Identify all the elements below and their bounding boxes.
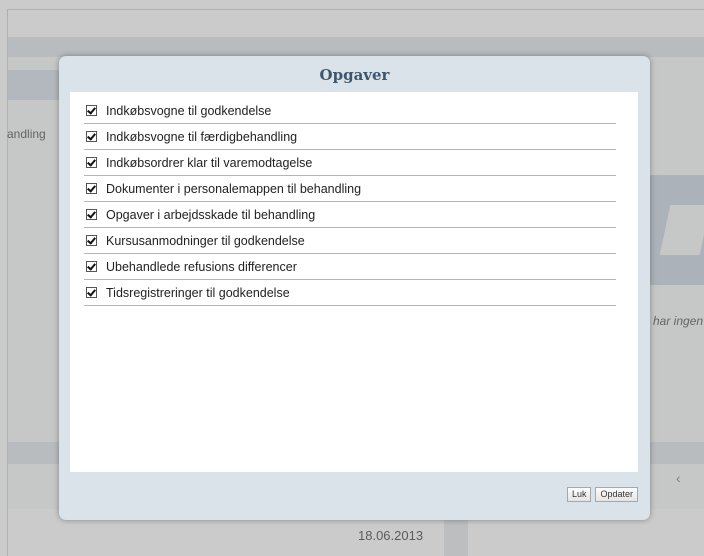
task-item: Indkøbsordrer klar til varemodtagelse: [84, 150, 616, 176]
task-item: Kursusanmodninger til godkendelse: [84, 228, 616, 254]
close-button[interactable]: Luk: [566, 487, 592, 502]
task-item: Indkøbsvogne til godkendelse: [84, 98, 616, 124]
task-label[interactable]: Indkøbsvogne til færdigbehandling: [106, 130, 297, 144]
task-label[interactable]: Indkøbsvogne til godkendelse: [106, 104, 271, 118]
task-label[interactable]: Ubehandlede refusions differencer: [106, 260, 297, 274]
task-checkbox[interactable]: [86, 183, 97, 194]
task-label[interactable]: Indkøbsordrer klar til varemodtagelse: [106, 156, 312, 170]
task-checkbox[interactable]: [86, 131, 97, 142]
dialog-body: Indkøbsvogne til godkendelse Indkøbsvogn…: [70, 92, 638, 472]
task-checkbox[interactable]: [86, 105, 97, 116]
task-item: Ubehandlede refusions differencer: [84, 254, 616, 280]
task-list: Indkøbsvogne til godkendelse Indkøbsvogn…: [84, 98, 616, 306]
task-item: Dokumenter i personalemappen til behandl…: [84, 176, 616, 202]
task-checkbox[interactable]: [86, 235, 97, 246]
task-checkbox[interactable]: [86, 209, 97, 220]
update-button[interactable]: Opdater: [595, 487, 638, 502]
task-checkbox[interactable]: [86, 157, 97, 168]
dialog-title: Opgaver: [319, 66, 390, 84]
task-label[interactable]: Kursusanmodninger til godkendelse: [106, 234, 305, 248]
task-checkbox[interactable]: [86, 261, 97, 272]
tasks-dialog: Opgaver Indkøbsvogne til godkendelse Ind…: [59, 56, 650, 520]
task-item: Tidsregistreringer til godkendelse: [84, 280, 616, 306]
task-label[interactable]: Tidsregistreringer til godkendelse: [106, 286, 290, 300]
task-item: Opgaver i arbejdsskade til behandling: [84, 202, 616, 228]
task-item: Indkøbsvogne til færdigbehandling: [84, 124, 616, 150]
task-label[interactable]: Dokumenter i personalemappen til behandl…: [106, 182, 361, 196]
task-label[interactable]: Opgaver i arbejdsskade til behandling: [106, 208, 315, 222]
task-checkbox[interactable]: [86, 287, 97, 298]
dialog-footer: Luk Opdater: [566, 487, 638, 502]
